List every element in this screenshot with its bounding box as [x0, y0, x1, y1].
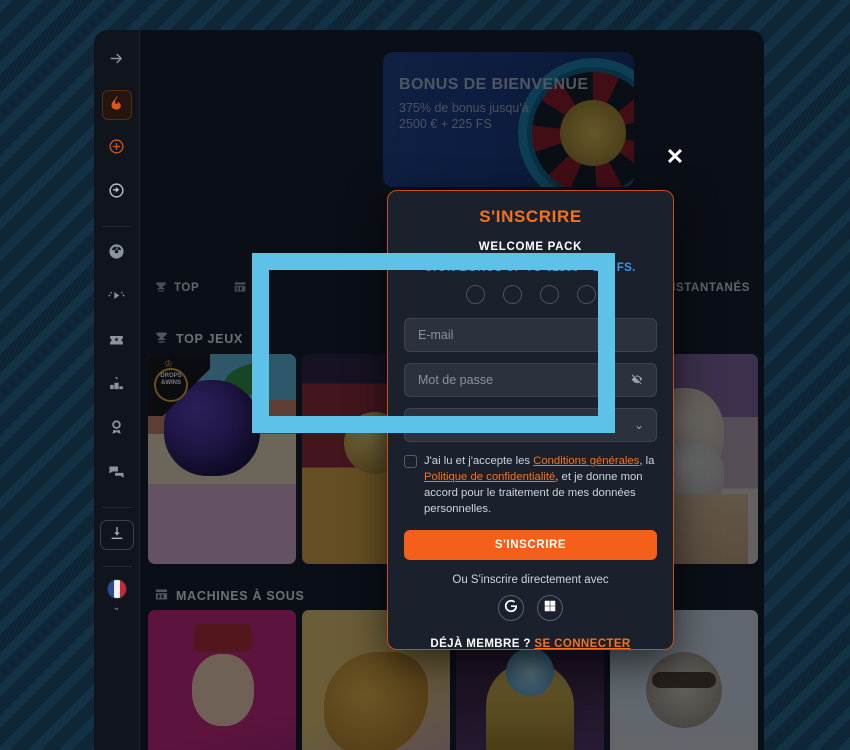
- sidebar-item-live[interactable]: [102, 283, 132, 313]
- google-g-icon: [504, 599, 518, 618]
- arrow-right-icon: [108, 50, 125, 72]
- sidebar-item-brand-logo[interactable]: [101, 90, 132, 120]
- sidebar-item-chat[interactable]: [102, 459, 132, 489]
- sidebar-item-register[interactable]: [102, 134, 132, 164]
- social-login-row: [388, 595, 673, 621]
- terms-link-privacy[interactable]: Politique de confidentialité: [424, 471, 555, 483]
- terms-consent: J'ai lu et j'accepte les Conditions géné…: [404, 453, 657, 517]
- step-dot[interactable]: [502, 285, 522, 304]
- plus-circle-icon: [108, 138, 125, 160]
- modal-title: S'INSCRIRE: [479, 207, 582, 226]
- podium-icon: [108, 375, 125, 397]
- already-member-label: DÉJÀ MEMBRE ?: [430, 638, 531, 650]
- bonus-line: 375% BONUS UP TO €2500 + 225 FS.: [425, 262, 636, 274]
- sidebar-divider-1: [101, 226, 132, 227]
- country-select[interactable]: Benin ⌄: [404, 408, 657, 442]
- casino-chip-icon: [108, 243, 125, 265]
- sidebar: ⌄: [94, 30, 140, 750]
- flame-logo-icon: [108, 94, 125, 116]
- download-app-button[interactable]: [99, 520, 134, 550]
- step-dot[interactable]: [576, 285, 596, 304]
- sidebar-item-login[interactable]: [102, 178, 132, 208]
- app-window: ⌄ BONUS DE BIENVENUE 375% de bonus jusqu…: [94, 30, 764, 750]
- download-icon: [109, 525, 125, 546]
- or-signup-text: Ou S'inscrire directement avec: [452, 574, 609, 586]
- step-dot[interactable]: [465, 285, 485, 304]
- login-link[interactable]: SE CONNECTER: [534, 638, 630, 650]
- terms-checkbox[interactable]: [404, 455, 417, 468]
- welcome-pack-label: WELCOME PACK: [478, 241, 583, 253]
- microsoft-login-button[interactable]: [537, 595, 563, 621]
- sidebar-divider-2: [101, 507, 132, 508]
- signup-modal: S'INSCRIRE WELCOME PACK 375% BONUS UP TO…: [387, 190, 674, 650]
- country-value: Benin: [418, 418, 450, 432]
- sidebar-divider-3: [101, 566, 132, 567]
- sidebar-item-tournaments[interactable]: [102, 371, 132, 401]
- step-indicator: [388, 285, 673, 304]
- chevron-down-icon[interactable]: ⌄: [634, 418, 644, 432]
- close-icon[interactable]: ✕: [661, 143, 689, 171]
- language-selector[interactable]: [106, 579, 127, 599]
- sidebar-item-tickets[interactable]: [102, 327, 132, 357]
- email-field[interactable]: E-mail: [404, 318, 657, 352]
- chat-bubbles-icon: [108, 463, 125, 485]
- ticket-star-icon: [108, 331, 125, 353]
- submit-button[interactable]: S'INSCRIRE: [404, 530, 657, 560]
- award-ribbon-icon: [108, 419, 125, 441]
- sidebar-item-bonuses[interactable]: [102, 415, 132, 445]
- step-dot[interactable]: [539, 285, 559, 304]
- email-placeholder: E-mail: [418, 328, 454, 342]
- already-member-row: DÉJÀ MEMBRE ? SE CONNECTER: [388, 638, 673, 650]
- password-field[interactable]: Mot de passe: [404, 363, 657, 397]
- login-circle-icon: [108, 182, 125, 204]
- microsoft-squares-icon: [543, 599, 557, 618]
- terms-prefix: J'ai lu et j'accepte les: [424, 455, 534, 467]
- language-caret[interactable]: ⌄: [112, 602, 120, 613]
- terms-middle: , la: [639, 455, 655, 467]
- password-placeholder: Mot de passe: [418, 373, 494, 387]
- sidebar-item-collapse-arrow[interactable]: [102, 46, 132, 76]
- live-broadcast-icon: [108, 287, 125, 309]
- terms-link-conditions[interactable]: Conditions générales: [533, 455, 639, 467]
- eye-off-icon[interactable]: [630, 372, 644, 389]
- google-login-button[interactable]: [498, 595, 524, 621]
- sidebar-item-casino[interactable]: [102, 239, 132, 269]
